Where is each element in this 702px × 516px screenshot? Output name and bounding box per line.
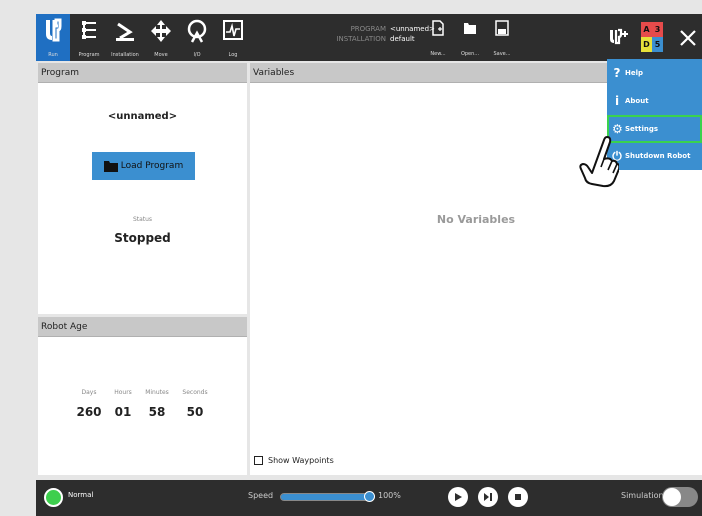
robot-age-panel: Days 260 Hours 01 Minutes 58 Seconds 50: [38, 337, 247, 475]
robot-status-label: Normal: [68, 491, 94, 499]
speed-slider-fill: [281, 494, 374, 500]
installation-key: INSTALLATION: [336, 35, 386, 43]
top-bar: Run Program Installation Move I/O Log PR…: [36, 14, 702, 61]
bottom-bar: Normal Speed 100% Simulation: [36, 480, 702, 516]
ur-logo-icon: [46, 18, 62, 42]
load-program-label: Load Program: [120, 161, 184, 171]
program-name: <unnamed>: [107, 111, 178, 122]
nav-log[interactable]: Log: [216, 14, 250, 61]
load-program-button[interactable]: Load Program: [92, 152, 195, 180]
nav-run[interactable]: Run: [36, 14, 70, 61]
play-icon: [455, 493, 462, 501]
seconds-label: Seconds: [182, 389, 208, 396]
program-panel: <unnamed> Load Program Status Stopped: [38, 83, 247, 314]
nav-move-label: Move: [154, 52, 168, 58]
age-minutes: Minutes 58: [142, 389, 172, 419]
close-icon: [680, 30, 696, 46]
simulation-toggle[interactable]: [662, 487, 698, 507]
log-icon: [223, 20, 243, 40]
menu-item-settings[interactable]: ⚙ Settings: [607, 115, 702, 143]
io-d: D: [641, 37, 652, 52]
hours-value: 01: [114, 405, 132, 419]
nav-io[interactable]: I/O: [180, 14, 214, 61]
program-icon: [82, 21, 96, 39]
simulation-label: Simulation: [621, 491, 664, 500]
io-5: 5: [652, 37, 663, 52]
open-button[interactable]: Open...: [457, 20, 483, 58]
new-file-icon: [432, 20, 444, 36]
new-label: New...: [430, 51, 446, 57]
ur-plus-icon[interactable]: [608, 28, 630, 46]
days-label: Days: [81, 389, 97, 396]
stop-icon: [515, 494, 521, 500]
speed-slider-handle[interactable]: [364, 491, 375, 502]
info-icon: i: [614, 94, 620, 108]
speed-label: Speed: [248, 491, 274, 500]
show-waypoints-checkbox[interactable]: [254, 456, 263, 465]
simulation-toggle-knob: [663, 488, 681, 506]
menu-item-help[interactable]: ? Help: [607, 59, 702, 87]
nav-installation-label: Installation: [111, 52, 139, 58]
nav-installation[interactable]: Installation: [108, 14, 142, 61]
nav-log-label: Log: [228, 52, 238, 58]
nav-io-label: I/O: [193, 52, 201, 58]
step-button[interactable]: [478, 487, 498, 507]
folder-icon: [103, 161, 118, 172]
status-label: Status: [132, 216, 153, 223]
io-a: A: [641, 22, 652, 37]
installation-icon: [116, 22, 134, 41]
open-label: Open...: [460, 51, 480, 57]
speed-slider[interactable]: [280, 491, 375, 502]
menu-item-about[interactable]: i About: [607, 87, 702, 115]
menu-item-shutdown[interactable]: ⏻ Shutdown Robot: [607, 142, 702, 170]
io-status-grid[interactable]: A 3 D 5: [641, 22, 663, 52]
play-button[interactable]: [448, 487, 468, 507]
status-value: Stopped: [114, 231, 171, 245]
folder-icon: [464, 23, 476, 34]
io-icon: [187, 19, 207, 43]
days-value: 260: [76, 405, 102, 419]
menu-help-label: Help: [625, 69, 644, 77]
close-button[interactable]: [676, 23, 700, 51]
stop-button[interactable]: [508, 487, 528, 507]
pointing-hand-icon: [579, 136, 619, 188]
age-days: Days 260: [76, 389, 102, 419]
minutes-label: Minutes: [145, 389, 169, 396]
nav-move[interactable]: Move: [144, 14, 178, 61]
minutes-value: 58: [148, 405, 166, 419]
status-indicator[interactable]: [44, 488, 63, 507]
nav-program-label: Program: [78, 52, 100, 58]
age-hours: Hours 01: [110, 389, 136, 419]
show-waypoints-label: Show Waypoints: [268, 456, 334, 465]
save-label: Save...: [493, 51, 511, 57]
nav-run-label: Run: [48, 52, 58, 58]
menu-about-label: About: [625, 97, 649, 105]
speed-value: 100%: [378, 491, 401, 500]
save-icon: [495, 20, 509, 36]
program-key: PROGRAM: [350, 25, 386, 33]
show-waypoints-option[interactable]: Show Waypoints: [254, 456, 334, 465]
menu-settings-label: Settings: [625, 125, 659, 133]
nav-program[interactable]: Program: [72, 14, 106, 61]
new-button[interactable]: New...: [425, 20, 451, 58]
robot-age-header: Robot Age: [38, 317, 247, 337]
step-icon: [484, 493, 492, 501]
age-seconds: Seconds 50: [178, 389, 212, 419]
hours-label: Hours: [114, 389, 132, 396]
menu-shutdown-label: Shutdown Robot: [625, 152, 691, 160]
hamburger-menu: ? Help i About ⚙ Settings ⏻ Shutdown Rob…: [607, 59, 702, 170]
move-icon: [151, 20, 171, 42]
program-panel-header: Program: [38, 63, 247, 83]
io-3: 3: [652, 22, 663, 37]
no-variables-text: No Variables: [436, 213, 516, 226]
help-icon: ?: [613, 66, 621, 80]
seconds-value: 50: [186, 405, 204, 419]
save-button[interactable]: Save...: [489, 20, 515, 58]
